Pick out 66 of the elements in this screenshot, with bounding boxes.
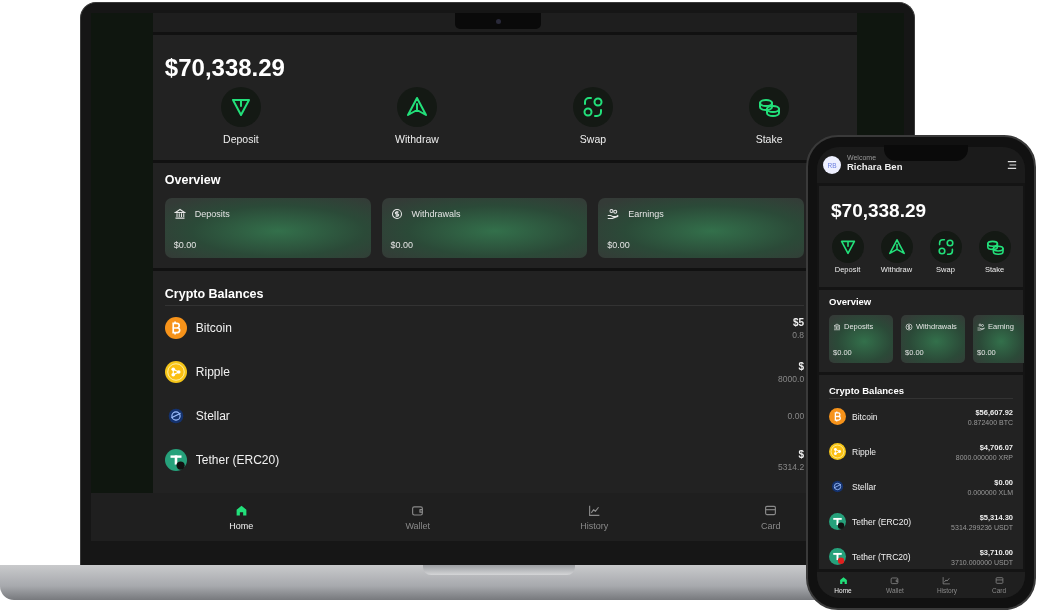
asset-name: Tether (TRC20) — [852, 551, 911, 562]
overview-card[interactable]: Deposits $0.00 — [164, 198, 371, 258]
card-icon — [764, 503, 778, 517]
nav-tab[interactable]: Wallet — [405, 503, 431, 531]
asset-name: Stellar — [195, 409, 230, 423]
asset-name: Ripple — [852, 446, 877, 457]
asset-name: Ripple — [195, 365, 230, 379]
section-title: Crypto Balances — [829, 375, 1013, 399]
action-button[interactable]: Swap — [504, 87, 682, 145]
card-icon — [994, 576, 1004, 585]
asset-value: $ — [798, 360, 805, 372]
balance-amount: $70,338.29 — [163, 53, 286, 83]
card-label: Deposits — [194, 209, 230, 219]
card-label: Withdrawals — [411, 209, 461, 219]
coin-icon — [829, 548, 846, 565]
asset-amount: 8000.0 — [778, 373, 805, 384]
card-amount: $0.00 — [390, 240, 415, 250]
wallet-icon — [890, 576, 900, 585]
nav-tab[interactable]: Card — [761, 503, 781, 531]
hand-coins-icon — [977, 322, 985, 331]
card-label: Earnings — [628, 209, 664, 219]
swap-icon — [573, 87, 613, 127]
dollar-coin-icon — [390, 208, 403, 220]
asset-name: Tether (ERC20) — [852, 516, 912, 527]
hand-coins-icon — [607, 208, 620, 220]
home-icon — [838, 576, 848, 585]
card-amount: $0.00 — [173, 240, 198, 250]
bank-icon — [833, 322, 841, 331]
action-button[interactable]: Deposit — [152, 87, 329, 145]
action-button[interactable]: Withdraw — [328, 87, 505, 145]
section-title: Crypto Balances — [164, 271, 805, 306]
nav-tab[interactable]: Home — [229, 503, 254, 531]
overview-card[interactable]: Earnings $0.00 — [598, 198, 805, 258]
asset-value: $5 — [793, 316, 805, 328]
asset-amount: 5314.2 — [778, 461, 805, 472]
chart-icon — [587, 503, 601, 517]
asset-amount: 0.00 — [787, 411, 805, 421]
nav-tab[interactable]: History — [580, 503, 609, 531]
section-title: Overview — [164, 172, 222, 189]
coin-icon — [164, 449, 187, 471]
coins-icon — [978, 231, 1011, 263]
coin-icon — [829, 443, 846, 460]
bank-icon — [173, 208, 186, 220]
overview-card[interactable]: Withdrawals $0.00 — [381, 198, 588, 258]
chart-icon — [942, 576, 952, 585]
asset-name: Tether (ERC20) — [195, 453, 280, 467]
wallet-icon — [411, 503, 425, 517]
balance-amount: $70,338.29 — [830, 199, 928, 223]
coin-icon — [829, 513, 846, 530]
coin-icon — [164, 317, 187, 339]
home-icon — [234, 503, 248, 517]
card-amount: $0.00 — [607, 240, 631, 250]
coins-icon — [749, 87, 790, 127]
swap-icon — [929, 231, 962, 263]
coin-icon — [829, 408, 846, 425]
user-name: Richara Ben — [847, 161, 903, 172]
dollar-coin-icon — [905, 322, 913, 331]
coin-icon — [164, 361, 187, 383]
section-title: Overview — [829, 295, 873, 309]
asset-value: $ — [798, 448, 805, 460]
asset-name: Bitcoin — [852, 411, 878, 422]
asset-amount: 0.8 — [792, 329, 805, 340]
asset-name: Stellar — [852, 481, 877, 492]
asset-name: Bitcoin — [195, 321, 232, 335]
menu-icon[interactable] — [1007, 160, 1017, 170]
coin-icon — [829, 478, 846, 495]
